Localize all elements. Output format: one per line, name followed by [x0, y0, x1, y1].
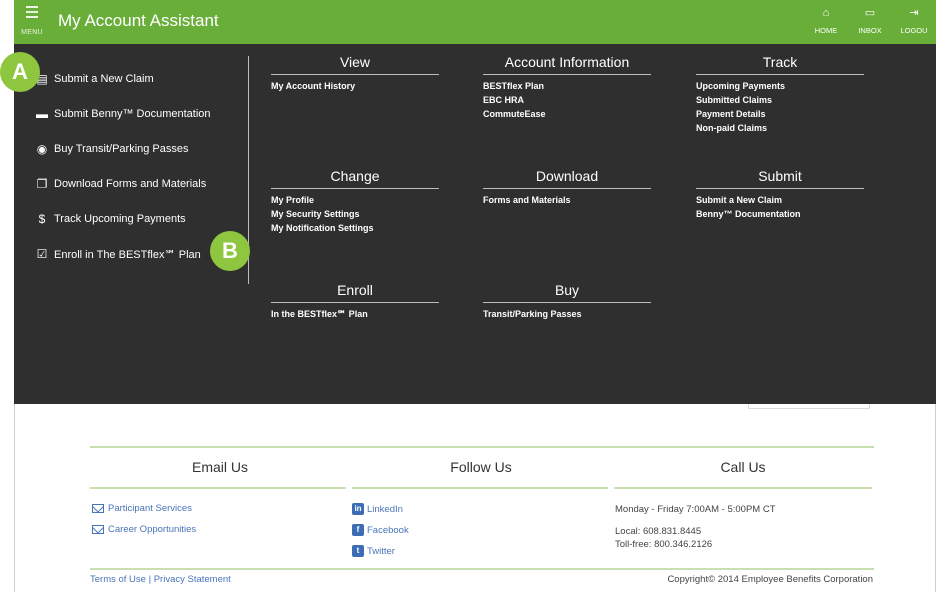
section-view-title: View	[271, 54, 439, 75]
link-upcoming-payments[interactable]: Upcoming Payments	[696, 79, 864, 93]
home-icon: ⌂	[822, 7, 830, 19]
twitter-label: Twitter	[367, 545, 395, 557]
section-account-information: Account Information BESTflex Plan EBC HR…	[483, 54, 651, 121]
top-nav: ⌂ HOME ▭ INBOX ⇥ LOGOU	[804, 6, 936, 38]
footer-bottom-divider	[90, 568, 874, 570]
link-non-paid-claims[interactable]: Non-paid Claims	[696, 121, 864, 135]
section-download-title: Download	[483, 168, 651, 189]
card-icon: ▬	[36, 107, 48, 121]
menu-button[interactable]: MENU	[20, 4, 44, 39]
link-account-history[interactable]: My Account History	[271, 79, 439, 93]
terms-of-use-link[interactable]: Terms of Use	[90, 574, 146, 585]
link-enroll-bestflex[interactable]: In the BESTflex℠ Plan	[271, 307, 439, 321]
envelope-icon	[92, 504, 104, 513]
home-label: HOME	[814, 26, 838, 35]
link-bestflex-plan[interactable]: BESTflex Plan	[483, 79, 651, 93]
menu-label: MENU	[21, 29, 43, 36]
linkedin-icon: in	[352, 503, 364, 515]
section-buy-title: Buy	[483, 282, 651, 303]
quick-buy-passes-label: Buy Transit/Parking Passes	[54, 143, 189, 155]
hidden-box-edge	[748, 404, 870, 409]
quick-submit-claim[interactable]: ▤ Submit a New Claim	[34, 72, 154, 86]
linkedin-link[interactable]: in LinkedIn	[352, 503, 403, 515]
section-enroll: Enroll In the BESTflex℠ Plan	[271, 282, 439, 321]
twitter-icon: t	[352, 545, 364, 557]
top-bar: MENU My Account Assistant ⌂ HOME ▭ INBOX…	[14, 0, 936, 44]
envelope-icon	[92, 525, 104, 534]
facebook-label: Facebook	[367, 524, 409, 536]
participant-services-label: Participant Services	[108, 503, 192, 514]
link-security-settings[interactable]: My Security Settings	[271, 207, 439, 221]
footer-follow-underline	[352, 487, 608, 489]
section-submit-title: Submit	[696, 168, 864, 189]
app-title: My Account Assistant	[58, 11, 219, 30]
privacy-statement-link[interactable]: Privacy Statement	[154, 574, 231, 585]
checkbox-icon: ☑	[36, 247, 48, 261]
menu-panel: ▤ Submit a New Claim ▬ Submit Benny™ Doc…	[14, 44, 936, 404]
quick-track-payments-label: Track Upcoming Payments	[54, 213, 186, 225]
section-submit: Submit Submit a New Claim Benny™ Documen…	[696, 168, 864, 221]
quick-submit-claim-label: Submit a New Claim	[54, 73, 154, 85]
link-benny-documentation[interactable]: Benny™ Documentation	[696, 207, 864, 221]
quick-track-payments[interactable]: $ Track Upcoming Payments	[34, 212, 186, 226]
quick-download-forms[interactable]: ❐ Download Forms and Materials	[34, 177, 207, 191]
link-submitted-claims[interactable]: Submitted Claims	[696, 93, 864, 107]
participant-services-link[interactable]: Participant Services	[92, 503, 192, 514]
section-change: Change My Profile My Security Settings M…	[271, 168, 439, 235]
link-transit-passes[interactable]: Transit/Parking Passes	[483, 307, 651, 321]
inbox-icon: ▭	[864, 7, 876, 19]
quick-submit-benny-label: Submit Benny™ Documentation	[54, 108, 211, 120]
copy-icon: ❐	[36, 177, 48, 191]
section-track: Track Upcoming Payments Submitted Claims…	[696, 54, 864, 135]
link-forms-materials[interactable]: Forms and Materials	[483, 193, 651, 207]
link-submit-claim[interactable]: Submit a New Claim	[696, 193, 864, 207]
footer-call-title: Call Us	[720, 459, 766, 475]
car-icon: ◉	[36, 142, 48, 156]
section-buy: Buy Transit/Parking Passes	[483, 282, 651, 321]
logout-label: LOGOU	[900, 26, 928, 35]
footer-email-underline	[90, 487, 346, 489]
dollar-icon: $	[38, 212, 46, 226]
section-download: Download Forms and Materials	[483, 168, 651, 207]
callout-badge-b: B	[210, 231, 250, 271]
local-phone: Local: 608.831.8445	[615, 526, 702, 537]
inbox-button[interactable]: ▭ INBOX	[848, 6, 892, 38]
legal-links: Terms of Use | Privacy Statement	[90, 574, 231, 585]
career-opportunities-label: Career Opportunities	[108, 524, 197, 535]
quick-submit-benny[interactable]: ▬ Submit Benny™ Documentation	[34, 107, 211, 121]
footer-follow-title: Follow Us	[450, 459, 512, 475]
footer-call-underline	[614, 487, 872, 489]
linkedin-label: LinkedIn	[367, 503, 403, 515]
office-hours: Monday - Friday 7:00AM - 5:00PM CT	[615, 504, 776, 515]
home-button[interactable]: ⌂ HOME	[804, 6, 848, 38]
link-my-profile[interactable]: My Profile	[271, 193, 439, 207]
callout-badge-a: A	[0, 52, 40, 92]
facebook-link[interactable]: f Facebook	[352, 524, 409, 536]
quick-enroll-label: Enroll in The BESTflex℠ Plan	[54, 248, 201, 261]
section-track-title: Track	[696, 54, 864, 75]
quick-buy-passes[interactable]: ◉ Buy Transit/Parking Passes	[34, 142, 189, 156]
tollfree-phone: Toll-free: 800.346.2126	[615, 539, 713, 550]
facebook-icon: f	[352, 524, 364, 536]
copyright-text: Copyright© 2014 Employee Benefits Corpor…	[667, 574, 873, 585]
section-change-title: Change	[271, 168, 439, 189]
footer-top-divider	[90, 446, 874, 448]
logout-icon: ⇥	[909, 7, 919, 19]
inbox-label: INBOX	[858, 26, 882, 35]
section-view: View My Account History	[271, 54, 439, 93]
quick-download-forms-label: Download Forms and Materials	[54, 178, 207, 190]
link-payment-details[interactable]: Payment Details	[696, 107, 864, 121]
hamburger-icon	[26, 6, 38, 18]
career-opportunities-link[interactable]: Career Opportunities	[92, 524, 196, 535]
section-enroll-title: Enroll	[271, 282, 439, 303]
twitter-link[interactable]: t Twitter	[352, 545, 395, 557]
section-account-title: Account Information	[483, 54, 651, 75]
legal-separator: |	[145, 574, 154, 585]
quick-enroll[interactable]: ☑ Enroll in The BESTflex℠ Plan	[34, 247, 201, 261]
link-ebc-hra[interactable]: EBC HRA	[483, 93, 651, 107]
link-commuteease[interactable]: CommuteEase	[483, 107, 651, 121]
link-notification-settings[interactable]: My Notification Settings	[271, 221, 439, 235]
logout-button[interactable]: ⇥ LOGOU	[892, 6, 936, 38]
footer-email-title: Email Us	[191, 459, 248, 475]
